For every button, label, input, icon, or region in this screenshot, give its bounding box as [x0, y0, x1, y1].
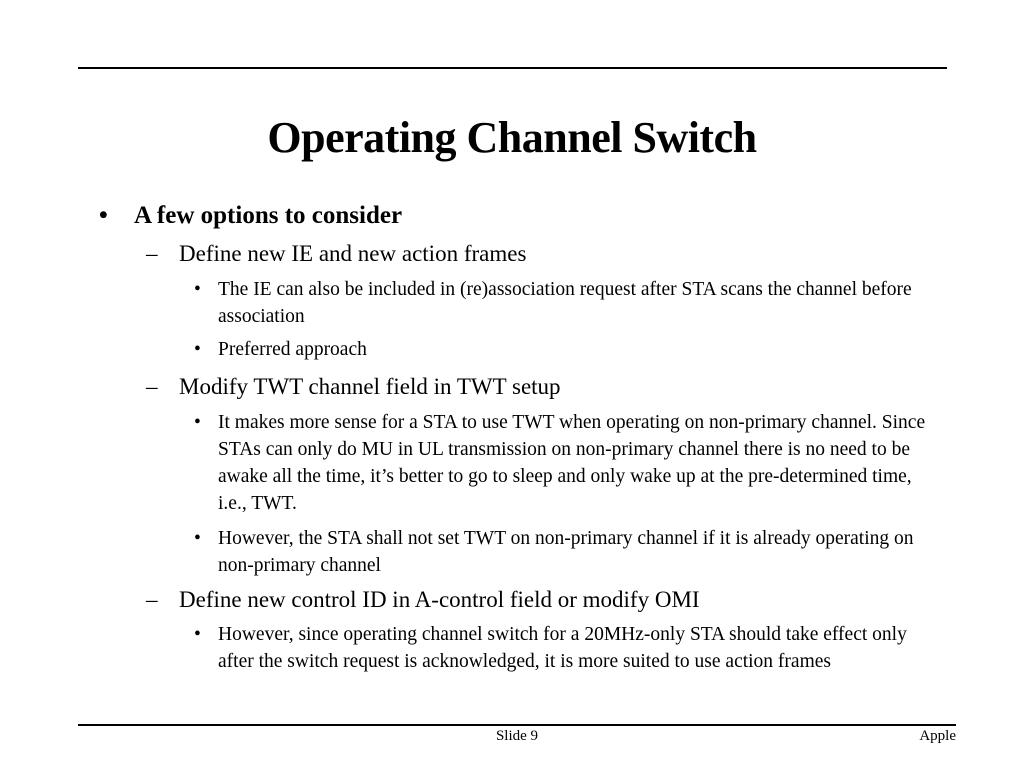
bullet-icon: •: [194, 279, 201, 300]
footer-organization: Apple: [919, 728, 956, 744]
bullet-icon: •: [194, 624, 201, 645]
bullet-icon: •: [99, 202, 108, 229]
detail-text: The IE can also be included in (re)assoc…: [218, 279, 912, 327]
detail-text: However, the STA shall not set TWT on no…: [218, 528, 914, 576]
bullet-text: A few options to consider: [134, 202, 403, 229]
slide-title: Operating Channel Switch: [267, 113, 757, 162]
bullet-icon: •: [194, 412, 201, 433]
sub-bullet-text: Modify TWT channel field in TWT setup: [179, 374, 561, 399]
sub-bullet-text: Define new control ID in A-control field…: [179, 587, 700, 612]
header-divider: [78, 67, 947, 69]
detail-text: Preferred approach: [218, 339, 367, 360]
detail-text: However, since operating channel switch …: [218, 624, 907, 672]
dash-icon: –: [146, 241, 158, 266]
dash-icon: –: [146, 587, 158, 612]
bullet-icon: •: [194, 339, 201, 360]
dash-icon: –: [146, 374, 158, 399]
sub-bullet-text: Define new IE and new action frames: [179, 241, 527, 266]
detail-text: It makes more sense for a STA to use TWT…: [218, 412, 926, 514]
footer-divider: [78, 724, 956, 726]
slide-number: Slide 9: [495, 728, 539, 744]
bullet-icon: •: [194, 528, 201, 549]
